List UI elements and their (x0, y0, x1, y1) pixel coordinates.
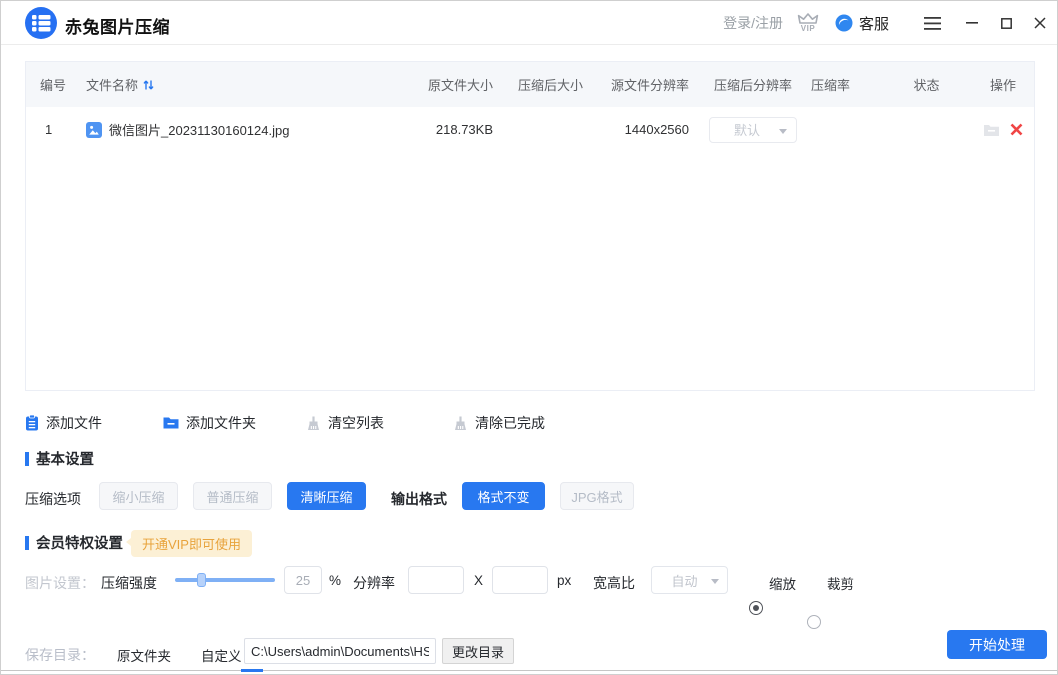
slider-handle[interactable] (197, 573, 206, 587)
option-shrink-compress-button[interactable]: 缩小压缩 (99, 482, 178, 510)
app-logo-icon (25, 7, 57, 39)
format-jpg-button[interactable]: JPG格式 (560, 482, 634, 510)
clear-completed-label: 清除已完成 (475, 413, 545, 433)
delete-icon[interactable] (1010, 123, 1023, 136)
vip-button[interactable]: VIP (797, 13, 819, 33)
col-header-original-size: 原文件大小 (412, 62, 507, 107)
open-folder-icon[interactable] (983, 123, 1000, 137)
col-header-compression-rate: 压缩率 (803, 62, 881, 107)
image-file-icon (86, 122, 102, 138)
compression-option-label: 压缩选项 (25, 489, 81, 509)
add-file-icon (25, 415, 39, 431)
start-processing-button[interactable]: 开始处理 (947, 630, 1047, 659)
window-bottom-edge (1, 670, 1057, 671)
col-header-status: 状态 (881, 62, 972, 107)
col-header-source-resolution: 源文件分辨率 (597, 62, 703, 107)
resolution-width-input[interactable] (408, 566, 464, 594)
clear-list-label: 清空列表 (328, 413, 384, 433)
scale-radio[interactable] (749, 601, 763, 615)
px-unit-label: px (557, 573, 571, 588)
chevron-down-icon (711, 579, 719, 584)
col-header-compressed-size: 压缩后大小 (507, 62, 597, 107)
row-status (881, 107, 972, 152)
col-header-filename: 文件名称 (72, 62, 412, 107)
titlebar: 赤兔图片压缩 登录/注册 VIP 客服 (1, 1, 1057, 45)
row-index: 1 (26, 107, 72, 152)
row-compression-rate (803, 107, 881, 152)
table-row: 1 微信图片_20231130160124.jpg 218.73KB 1440x… (26, 107, 1034, 152)
change-directory-button[interactable]: 更改目录 (442, 638, 514, 664)
close-button[interactable] (1023, 1, 1057, 45)
vip-label: VIP (801, 25, 815, 33)
table-header: 编号 文件名称 原文件大小 压缩后大小 源文件分辨率 压缩后分辨率 压缩率 状态… (26, 62, 1034, 107)
col-header-target-resolution: 压缩后分辨率 (703, 62, 803, 107)
option-normal-compress-button[interactable]: 普通压缩 (193, 482, 272, 510)
crown-icon (797, 13, 819, 24)
sort-icon[interactable] (143, 79, 154, 91)
section-accent-bar (25, 536, 29, 550)
add-file-button[interactable]: 添加文件 (25, 412, 102, 434)
image-settings-label: 图片设置： (25, 573, 95, 593)
col-header-actions: 操作 (972, 62, 1034, 107)
maximize-button[interactable] (989, 1, 1023, 45)
section-accent-bar (25, 452, 29, 466)
maximize-icon (1001, 18, 1012, 29)
bottom-progress-accent (241, 669, 263, 672)
resolution-dropdown-value: 默认 (734, 120, 760, 139)
strength-slider[interactable] (175, 578, 275, 582)
aspect-ratio-label: 宽高比 (593, 573, 635, 593)
aspect-ratio-dropdown[interactable]: 自动 (651, 566, 728, 594)
customer-service-icon (835, 14, 853, 32)
add-folder-button[interactable]: 添加文件夹 (163, 412, 256, 434)
resolution-height-input[interactable] (492, 566, 548, 594)
option-clear-compress-button[interactable]: 清晰压缩 (287, 482, 366, 510)
scale-radio-label: 缩放 (769, 573, 796, 593)
row-original-size: 218.73KB (412, 107, 507, 152)
row-filename: 微信图片_20231130160124.jpg (109, 120, 289, 139)
page-title: 赤兔图片压缩 (65, 13, 170, 38)
add-file-label: 添加文件 (46, 413, 102, 433)
chevron-down-icon (779, 129, 787, 134)
custom-folder-label: 自定义 (201, 645, 242, 665)
customer-service-button[interactable]: 客服 (835, 13, 889, 34)
clear-completed-button[interactable]: 清除已完成 (453, 412, 545, 434)
vip-required-badge: 开通VIP即可使用 (131, 530, 252, 557)
hamburger-icon (924, 17, 941, 30)
output-format-label: 输出格式 (391, 489, 447, 509)
resolution-x-separator: X (474, 573, 483, 588)
save-directory-label: 保存目录： (25, 645, 95, 665)
row-target-resolution-cell: 默认 (703, 107, 803, 152)
strength-value-input[interactable] (284, 566, 322, 594)
broom-icon (306, 416, 321, 431)
login-register-link[interactable]: 登录/注册 (723, 13, 783, 33)
add-folder-label: 添加文件夹 (186, 413, 256, 433)
close-icon (1034, 17, 1046, 29)
save-path-input[interactable] (244, 638, 436, 664)
minimize-icon (966, 22, 978, 24)
menu-button[interactable] (915, 1, 949, 45)
format-keep-button[interactable]: 格式不变 (462, 482, 545, 510)
minimize-button[interactable] (955, 1, 989, 45)
file-list-panel: 编号 文件名称 原文件大小 压缩后大小 源文件分辨率 压缩后分辨率 压缩率 状态… (25, 61, 1035, 391)
row-compressed-size (507, 107, 597, 152)
row-file: 微信图片_20231130160124.jpg (72, 107, 412, 152)
clear-list-button[interactable]: 清空列表 (306, 412, 384, 434)
col-header-index: 编号 (26, 62, 72, 107)
resolution-dropdown[interactable]: 默认 (709, 117, 797, 143)
compression-strength-label: 压缩强度 (101, 573, 157, 593)
broom-icon (453, 416, 468, 431)
basic-settings-section-title: 基本设置 (25, 448, 94, 469)
row-source-resolution: 1440x2560 (597, 107, 703, 152)
crop-radio-label: 裁剪 (827, 573, 854, 593)
original-folder-label: 原文件夹 (117, 645, 171, 665)
add-folder-icon (163, 416, 179, 430)
customer-service-label: 客服 (859, 13, 889, 34)
percent-unit-label: % (329, 573, 341, 588)
aspect-ratio-value: 自动 (671, 571, 697, 590)
crop-radio[interactable] (807, 615, 821, 629)
vip-settings-section-title: 会员特权设置 (25, 532, 123, 553)
app-window: 赤兔图片压缩 登录/注册 VIP 客服 (0, 0, 1058, 675)
resolution-label: 分辨率 (353, 573, 395, 593)
row-actions (972, 107, 1034, 152)
